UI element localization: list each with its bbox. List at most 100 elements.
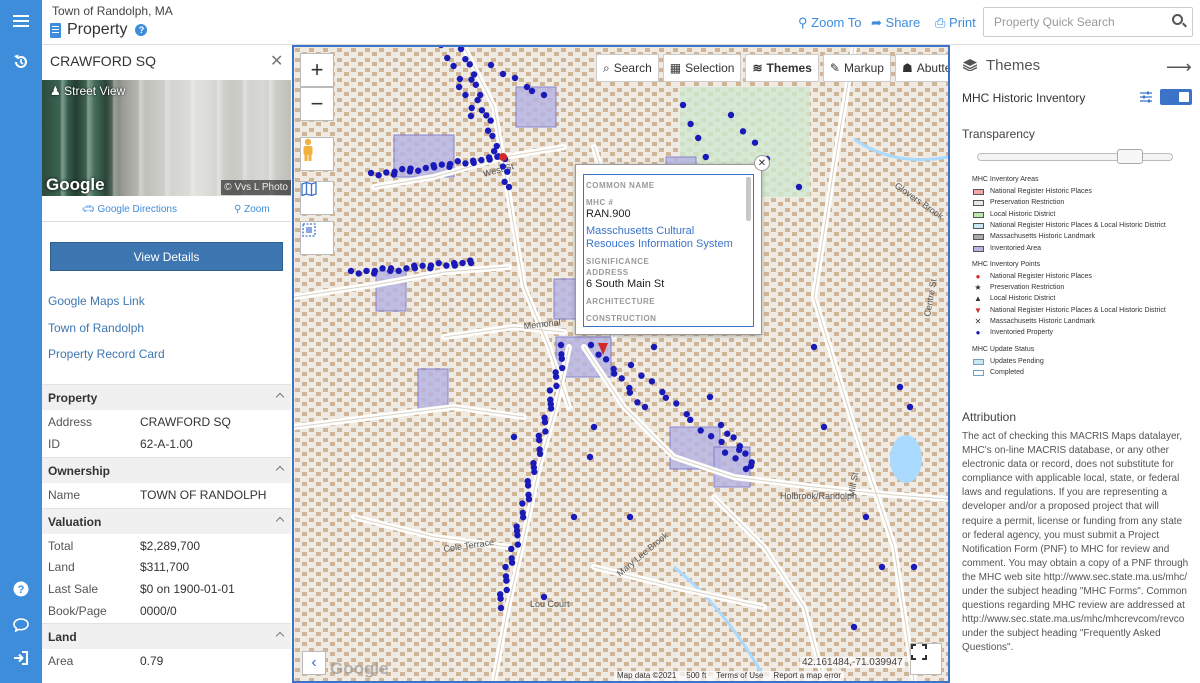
inventoried-property-point — [673, 400, 680, 407]
inventoried-property-point — [850, 623, 858, 631]
legend-point-symbol: ● — [975, 271, 981, 281]
inventoried-property-point — [547, 405, 555, 412]
search-tool-button[interactable]: ⌕ Search — [596, 54, 659, 82]
selection-tool-button[interactable]: ▦ Selection — [662, 54, 742, 82]
row-value: CRAWFORD SQ — [140, 415, 231, 429]
fullscreen-button[interactable] — [910, 643, 942, 675]
inventoried-property-point — [648, 378, 656, 385]
arrow-right-icon[interactable]: ⟶ — [1166, 57, 1192, 78]
themes-title: Themes — [986, 57, 1041, 74]
inventoried-property-point — [795, 183, 803, 191]
history-icon[interactable] — [0, 45, 42, 79]
google-directions-link[interactable]: 🚗︎ Google Directions — [82, 204, 177, 215]
inventoried-property-point — [478, 107, 486, 114]
section-title: Property — [48, 391, 98, 405]
legend-item-label: Inventoried Property — [990, 329, 1054, 337]
legend-item-label: Preservation Restriction — [990, 199, 1065, 207]
print-link[interactable]: ⎙ Print — [935, 15, 976, 31]
section-land-header[interactable]: Land — [42, 623, 291, 649]
zoom-in-button[interactable]: + — [300, 53, 334, 87]
street-view-image[interactable]: ♟ Street View Google © Vvs L Photo — [42, 80, 291, 196]
inventoried-property-point — [511, 74, 519, 82]
abutters-tool-button[interactable]: ☗ Abutters — [894, 54, 948, 82]
map-canvas[interactable]: West StMemorialCole TerraceLou CourtMary… — [294, 47, 948, 681]
inventoried-property-point — [502, 563, 509, 571]
report-error-link[interactable]: Report a map error — [773, 671, 841, 681]
chat-icon[interactable] — [0, 608, 42, 642]
terms-link[interactable]: Terms of Use — [716, 671, 763, 681]
markup-tool-button[interactable]: ✎ Markup — [822, 54, 891, 82]
inventoried-property-point — [503, 577, 510, 584]
inventoried-property-point — [683, 410, 690, 418]
help-icon[interactable]: ? — [0, 572, 42, 606]
row-value: $311,700 — [140, 560, 190, 574]
inventoried-property-point — [484, 127, 492, 134]
popup-scrollbar[interactable] — [746, 177, 751, 221]
inventoried-property-point — [487, 117, 494, 124]
search-icon[interactable] — [1172, 14, 1183, 25]
property-address-title: CRAWFORD SQ — [50, 53, 157, 69]
zoom-to-link[interactable]: ⚲ Zoom To — [798, 15, 862, 31]
inventoried-property-point — [602, 356, 610, 363]
legend-item-label: Inventoried Area — [990, 244, 1041, 252]
inventoried-property-point — [454, 158, 461, 165]
inventoried-property-point — [466, 61, 473, 68]
chevron-up-icon — [275, 631, 285, 641]
zoom-link[interactable]: ⚲ Zoom — [234, 204, 270, 215]
inventoried-property-point — [499, 70, 507, 78]
inventoried-property-point — [519, 500, 526, 507]
inventoried-property-point — [541, 418, 549, 426]
popup-close-icon[interactable]: ✕ — [754, 155, 770, 171]
address-label: ADDRESS — [586, 268, 629, 277]
map-view[interactable]: West St Memorial Cole Terrace Lou Court Mary… — [292, 45, 950, 683]
sliders-icon[interactable] — [1140, 91, 1152, 103]
menu-icon[interactable] — [0, 4, 42, 38]
sign-in-icon[interactable] — [0, 641, 42, 675]
row-label: Total — [48, 539, 74, 553]
inventoried-property-point — [570, 513, 578, 521]
section-title: Land — [48, 630, 77, 644]
property-record-card-link[interactable]: Property Record Card — [48, 347, 165, 361]
coordinates-readout: 42.161484,-71.039947 — [800, 657, 905, 668]
property-quick-search-input[interactable] — [983, 7, 1193, 37]
google-maps-link[interactable]: Google Maps Link — [48, 294, 145, 308]
inventoried-property-point — [820, 423, 828, 431]
help-circle-icon[interactable]: ? — [135, 24, 148, 36]
view-details-button[interactable]: View Details — [50, 242, 283, 271]
basemap-icon[interactable] — [300, 181, 334, 215]
google-directions-label: Google Directions — [97, 204, 177, 215]
inventoried-property-point — [472, 81, 480, 88]
inventoried-property-point — [558, 355, 566, 362]
popup-content[interactable]: COMMON NAME MHC # RAN.900 Masschusetts C… — [583, 174, 754, 327]
inventoried-property-point — [462, 160, 469, 167]
transparency-slider-handle[interactable] — [1116, 149, 1143, 164]
macris-link[interactable]: Masschusetts Cultural Resouces Informati… — [586, 225, 736, 251]
layer-visibility-toggle[interactable] — [1160, 89, 1192, 105]
section-property-header[interactable]: Property — [42, 384, 291, 410]
share-link[interactable]: ➦ Share — [871, 15, 920, 31]
close-icon[interactable]: ✕ — [270, 51, 283, 71]
layers-icon: ≋ — [752, 61, 763, 75]
section-valuation-header[interactable]: Valuation — [42, 508, 291, 534]
inventoried-property-point — [707, 433, 715, 440]
inventoried-property-point — [399, 165, 406, 173]
legend-swatch — [973, 358, 984, 365]
themes-tool-button[interactable]: ≋ Themes — [745, 54, 819, 82]
street-view-button[interactable]: ♟ Street View — [50, 84, 125, 98]
select-area-icon[interactable] — [300, 221, 334, 255]
collapse-left-button[interactable]: ‹ — [302, 651, 326, 675]
pegman-icon[interactable] — [300, 137, 334, 171]
inventoried-property-point — [586, 453, 594, 461]
inventoried-property-point — [718, 438, 725, 446]
inventoried-property-point — [497, 595, 504, 602]
legend-item-label: Local Historic District — [990, 295, 1056, 303]
inventoried-property-point — [438, 161, 446, 168]
transparency-slider[interactable] — [977, 153, 1173, 161]
inventoried-property-point — [462, 55, 469, 63]
inventoried-property-point — [497, 604, 505, 612]
inventoried-property-point — [519, 514, 527, 521]
section-ownership-header[interactable]: Ownership — [42, 457, 291, 483]
zoom-out-button[interactable]: − — [300, 87, 334, 121]
town-of-randolph-link[interactable]: Town of Randolph — [48, 321, 144, 335]
legend-item-label: Massachusetts Historic Landmark — [990, 318, 1096, 325]
